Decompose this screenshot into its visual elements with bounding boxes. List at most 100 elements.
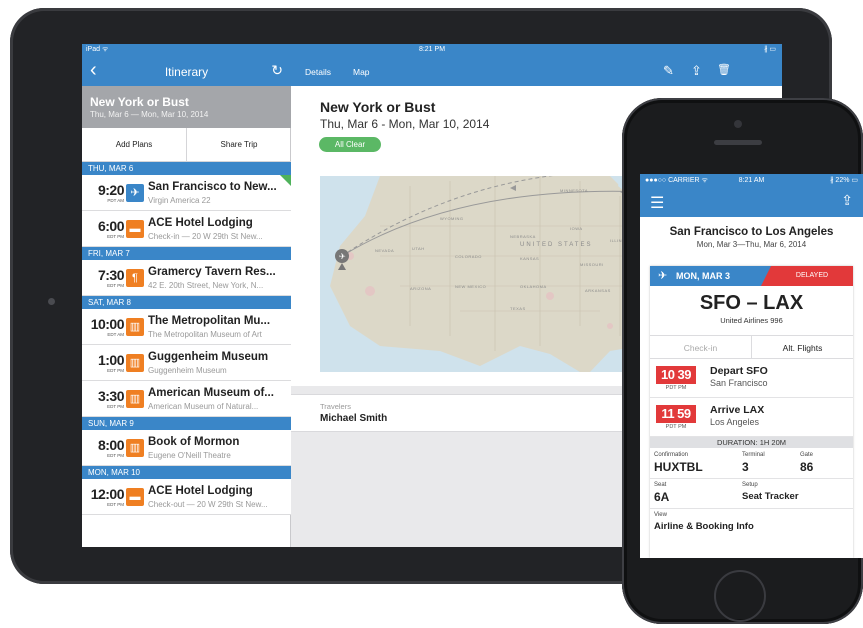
day-header: FRI, MAR 7 [82, 247, 291, 260]
iphone-trip-dates: Mon, Mar 3—Thu, Mar 6, 2014 [696, 240, 807, 249]
terminal-cell: Terminal 3 [738, 449, 796, 479]
edit-pencil-icon[interactable]: ✎ [663, 63, 674, 79]
plan-list-item[interactable]: 3:30 EDT PM ▥ American Museum of... American… [82, 381, 291, 417]
plan-list: THU, MAR 6 9:20 PDT AM ✈ San Francisco to Ne… [82, 162, 291, 515]
traveler-name: Michael Smith [320, 413, 388, 424]
seat-value: 6A [654, 490, 670, 504]
gate-value: 86 [800, 460, 814, 474]
day-header: MON, MAR 10 [82, 466, 291, 479]
map-label: NEBRASKA [510, 234, 536, 239]
iphone-trip-title: San Francisco to Los Angeles [669, 226, 834, 238]
home-button[interactable] [714, 570, 766, 622]
map-label: TEXAS [510, 306, 526, 311]
museum-icon: ▥ [126, 439, 144, 457]
plan-timezone: EDT AM [107, 332, 124, 337]
trash-icon[interactable]: 🗑 [717, 63, 731, 76]
plan-timezone: EDT PM [107, 234, 124, 239]
map-label: UNITED STATES [520, 242, 593, 248]
plan-list-item[interactable]: 7:30 EDT PM ¶ Gramercy Tavern Res... 42 E. 2… [82, 260, 291, 296]
plan-list-item[interactable]: 10:00 EDT AM ▥ The Metropolitan Mu... The Me… [82, 309, 291, 345]
map-label: COLORADO [455, 254, 482, 259]
share-icon[interactable]: ⇪ [691, 63, 702, 79]
plan-time: 1:00 [97, 352, 125, 368]
confirmation-value: HUXTBL [654, 460, 703, 474]
arrive-zone: PDT PM [665, 424, 687, 430]
ipad-status-bar: iPad ᯤ 8:21 PM ∦ ▭ [82, 44, 782, 55]
flight-airline: United Airlines 996 [720, 316, 783, 325]
status-badge: All Clear [319, 137, 381, 152]
iphone-screen: ●●●○○ CARRIER ᯤ 8:21 AM ∦ 22% ▭ ☰ ⇪ San … [640, 174, 863, 558]
add-plans-button[interactable]: Add Plans [82, 128, 187, 161]
plan-time: 8:00 [97, 437, 125, 453]
plan-list-item[interactable]: 8:00 EDT PM ▥ Book of Mormon Eugene O'Neill … [82, 430, 291, 466]
plan-list-item[interactable]: 9:20 PDT AM ✈ San Francisco to New... Virgin… [82, 175, 291, 211]
battery-icon: ∦ ▭ [763, 46, 776, 53]
ipad-clock: 8:21 PM [418, 46, 446, 53]
plan-title: San Francisco to New... [148, 181, 277, 193]
sidebar-title: Itinerary [164, 65, 209, 79]
battery-icon: ∦ 22% ▭ [829, 177, 858, 184]
seat-tracker-link: Seat Tracker [742, 491, 799, 502]
plan-title: Guggenheim Museum [148, 351, 269, 363]
detail-trip-title: New York or Bust [320, 99, 436, 115]
map-label: OKLAHOMA [520, 284, 547, 289]
plan-subtitle: 42 E. 20th Street, New York, N... [148, 281, 264, 290]
svg-text:✈: ✈ [339, 252, 346, 261]
plan-subtitle: Eugene O'Neill Theatre [148, 451, 231, 460]
plan-timezone: EDT PM [107, 502, 124, 507]
tab-map[interactable]: Map [353, 67, 370, 77]
plan-title: ACE Hotel Lodging [148, 485, 253, 497]
flight-actions: Check-in Alt. Flights [650, 335, 853, 359]
plan-subtitle: American Museum of Natural... [148, 402, 259, 411]
plan-timezone: EDT PM [107, 404, 124, 409]
plan-timezone: EDT PM [107, 453, 124, 458]
iphone-camera [734, 120, 742, 128]
iphone-status-bar: ●●●○○ CARRIER ᯤ 8:21 AM ∦ 22% ▭ [640, 174, 863, 187]
share-trip-button[interactable]: Share Trip [187, 128, 291, 161]
iphone-device: ●●●○○ CARRIER ᯤ 8:21 AM ∦ 22% ▭ ☰ ⇪ San … [622, 98, 863, 624]
plan-list-item[interactable]: 1:00 EDT PM ▥ Guggenheim Museum Guggenheim M… [82, 345, 291, 381]
plan-timezone: EDT PM [107, 368, 124, 373]
plan-time: 10:00 [90, 316, 125, 332]
bed-icon: ▬ [126, 488, 144, 506]
iphone-nav-bar: ☰ ⇪ [640, 187, 863, 217]
map-label: WYOMING [440, 216, 464, 221]
iphone-speaker [714, 140, 762, 145]
plan-timezone: EDT PM [107, 283, 124, 288]
booking-info-cell[interactable]: View Airline & Booking Info [650, 509, 853, 539]
arrive-segment[interactable]: 11 59 PDT PM Arrive LAX Los Angeles [650, 399, 853, 437]
airline-booking-info-link: Airline & Booking Info [654, 521, 754, 532]
plan-subtitle: Check-in — 20 W 29th St New... [148, 232, 263, 241]
fork-knife-icon: ¶ [126, 269, 144, 287]
plan-list-item[interactable]: 12:00 EDT PM ▬ ACE Hotel Lodging Check-out —… [82, 479, 291, 515]
terminal-label: Terminal [742, 452, 765, 458]
plan-list-item[interactable]: 6:00 EDT PM ▬ ACE Hotel Lodging Check-in — 2… [82, 211, 291, 247]
map-label: ARIZONA [410, 286, 432, 291]
refresh-icon[interactable]: ↻ [271, 62, 283, 79]
plan-subtitle: Guggenheim Museum [148, 366, 227, 375]
alt-flights-button[interactable]: Alt. Flights [752, 336, 853, 358]
map-label: KANSAS [520, 256, 540, 261]
share-icon[interactable]: ⇪ [841, 192, 853, 209]
detail-trip-dates: Thu, Mar 6 - Mon, Mar 10, 2014 [320, 117, 490, 131]
airplane-icon: ✈ [126, 184, 144, 202]
map-label: MISSOURI [580, 262, 604, 267]
depart-segment[interactable]: 10 39 PDT PM Depart SFO San Francisco [650, 360, 853, 398]
gate-label: Gate [800, 452, 814, 458]
menu-icon[interactable]: ☰ [650, 193, 664, 213]
tab-details[interactable]: Details [305, 67, 331, 77]
flight-card: ✈ MON, MAR 3 DELAYED SFO – LAX United Ai… [650, 266, 853, 558]
trip-title: New York or Bust [90, 95, 189, 109]
plan-title: ACE Hotel Lodging [148, 217, 253, 229]
sidebar-actions: Add Plans Share Trip [82, 128, 291, 162]
view-label: View [654, 512, 667, 518]
day-header: THU, MAR 6 [82, 162, 291, 175]
map-label: NEVADA [375, 248, 395, 253]
trip-header[interactable]: New York or Bust Thu, Mar 6 — Mon, Mar 1… [82, 86, 291, 128]
museum-icon: ▥ [126, 318, 144, 336]
check-in-button[interactable]: Check-in [650, 336, 752, 358]
museum-icon: ▥ [126, 390, 144, 408]
plan-time: 3:30 [97, 388, 125, 404]
confirmation-cell[interactable]: Confirmation HUXTBL [650, 449, 738, 479]
setup-cell[interactable]: Setup Seat Tracker [738, 479, 853, 509]
